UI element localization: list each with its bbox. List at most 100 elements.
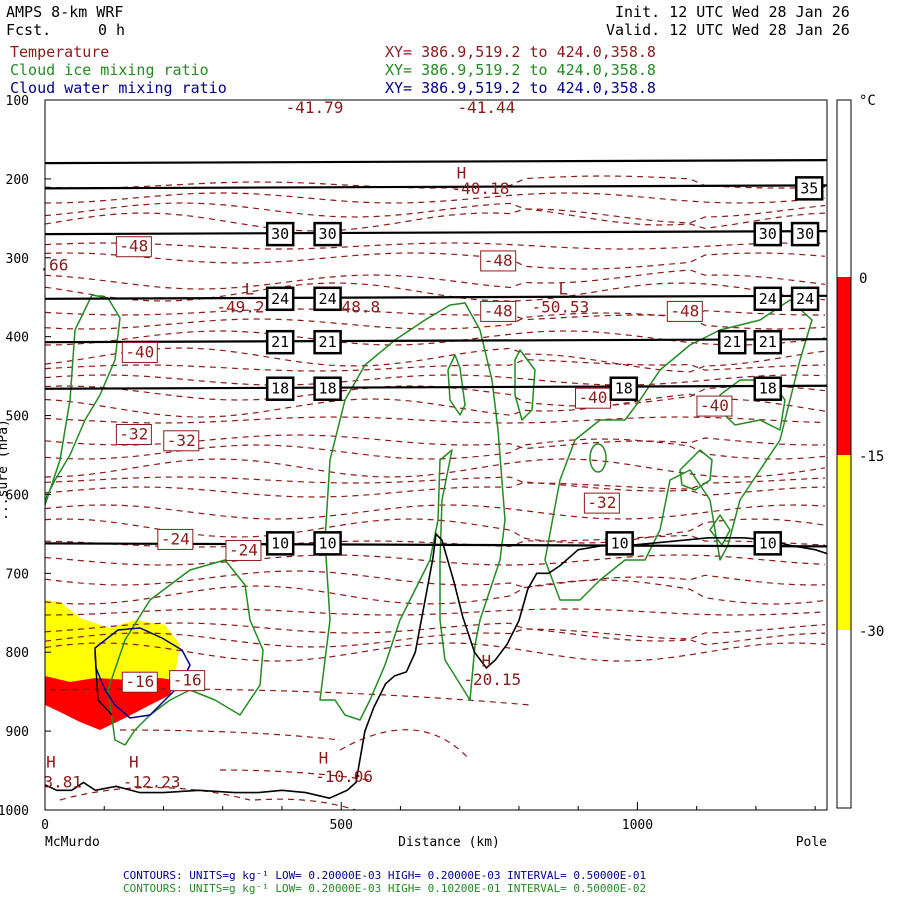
temperature-label: H xyxy=(46,753,56,772)
temperature-label: -48 xyxy=(484,301,513,320)
temperature-contour xyxy=(45,504,826,520)
temperature-label: -40.18 xyxy=(452,179,510,198)
y-tick-label: 800 xyxy=(6,646,29,661)
temperature-contour xyxy=(45,208,826,232)
temperature-contour xyxy=(45,252,826,270)
temperature-label: -40 xyxy=(700,396,729,415)
isentrope-label: 30 xyxy=(796,225,814,243)
isentrope-label: 18 xyxy=(319,380,337,398)
footer-contours-water: CONTOURS: UNITS=g kg⁻¹ LOW= 0.20000E-03 … xyxy=(123,869,647,882)
temperature-contour xyxy=(45,242,826,250)
temperature-contour xyxy=(45,374,826,386)
y-tick-label: 300 xyxy=(6,252,29,267)
y-tick-label: 400 xyxy=(6,331,29,346)
temperature-label: -40 xyxy=(125,342,154,361)
temperature-contour xyxy=(45,554,826,566)
temperature-contour xyxy=(45,608,826,616)
temperature-label: -48 xyxy=(119,237,148,256)
isentrope-label: 30 xyxy=(319,225,337,243)
temperature-label: -48 xyxy=(670,301,699,320)
temperature-label: -12.23 xyxy=(123,772,181,791)
y-tick-label: 200 xyxy=(6,173,29,188)
temperature-contour xyxy=(45,269,826,290)
temperature-contour xyxy=(45,192,826,204)
temperature-contour xyxy=(119,729,341,741)
isentrope-label: 18 xyxy=(759,380,777,398)
temperature-label: H xyxy=(482,652,492,671)
isentrope-label: 10 xyxy=(271,534,289,552)
temperature-contour xyxy=(45,312,826,330)
x-start-label: McMurdo xyxy=(45,835,100,850)
footer-contours-ice: CONTOURS: UNITS=g kg⁻¹ LOW= 0.20000E-03 … xyxy=(123,882,647,895)
isentrope-label: 21 xyxy=(271,333,289,351)
temperature-label: L xyxy=(245,279,255,298)
isentrope-label: 21 xyxy=(759,333,777,351)
x-axis-label: Distance (km) xyxy=(398,835,500,850)
isentrope-label: 10 xyxy=(319,534,337,552)
isentrope-line xyxy=(45,230,827,236)
x-tick-label: 500 xyxy=(329,818,352,833)
temperature-contour xyxy=(45,358,826,372)
isentrope-label: 21 xyxy=(723,333,741,351)
temperature-label: -24 xyxy=(229,540,258,559)
temperature-contour xyxy=(45,570,826,589)
temperature-label: H xyxy=(129,753,139,772)
temperature-label: -24 xyxy=(161,529,190,548)
temperature-label: .66 xyxy=(39,256,68,275)
temperature-label: -16 xyxy=(173,671,202,690)
temperature-label: -50.53 xyxy=(532,297,590,316)
y-axis-label: ...sure (hPa) xyxy=(0,419,11,521)
isentrope-line xyxy=(45,184,827,190)
colorbar-label: -30 xyxy=(859,624,884,640)
isentrope-label: 21 xyxy=(319,333,337,351)
y-tick-label: 1000 xyxy=(0,804,29,819)
temperature-contour xyxy=(45,347,826,373)
temperature-label: -32 xyxy=(119,424,148,443)
isentrope-label: 24 xyxy=(796,290,814,308)
temperature-label: -32 xyxy=(167,431,196,450)
temperature-label: -20.15 xyxy=(463,670,521,689)
isentrope-label: 24 xyxy=(759,290,777,308)
temperature-label: H xyxy=(319,749,329,768)
isentrope-line xyxy=(45,294,827,300)
temperature-label: -40 xyxy=(579,388,608,407)
y-tick-label: 700 xyxy=(6,567,29,582)
temperature-contour xyxy=(45,202,826,224)
temperature-contour xyxy=(45,458,826,478)
temperature-contour xyxy=(45,434,826,450)
colorbar-label: -15 xyxy=(859,449,884,465)
x-tick-label: 0 xyxy=(41,818,49,833)
temperature-label: -41.44 xyxy=(457,98,515,117)
colorbar-band xyxy=(837,630,851,808)
colorbar-unit: °C xyxy=(859,93,876,109)
temperature-label: -32 xyxy=(587,493,616,512)
isentrope-line xyxy=(45,384,827,390)
colorbar-band xyxy=(837,455,851,630)
temperature-label: -10.06 xyxy=(315,767,373,786)
temperature-label: -41.79 xyxy=(286,98,344,117)
isentrope-label: 24 xyxy=(319,290,337,308)
temperature-contour xyxy=(45,476,826,490)
temperature-label: 3.81 xyxy=(44,772,83,791)
colorbar-band xyxy=(837,100,851,277)
isentrope-line xyxy=(45,159,827,165)
temperature-contour xyxy=(45,481,826,498)
temperature-contour xyxy=(45,330,826,346)
x-tick-label: 1000 xyxy=(622,818,653,833)
y-tick-label: 100 xyxy=(6,94,29,109)
temperature-contour xyxy=(339,729,471,761)
isentrope-label: 30 xyxy=(271,225,289,243)
cloud-ice-contour xyxy=(514,349,536,421)
isentrope-label: 10 xyxy=(611,534,629,552)
x-end-label: Pole xyxy=(796,835,827,850)
temperature-contour xyxy=(45,579,826,605)
isentrope-line xyxy=(45,338,827,344)
cloud-ice-contour xyxy=(589,443,607,473)
isentrope-label: 30 xyxy=(759,225,777,243)
temperature-label: L xyxy=(559,279,569,298)
colorbar-band xyxy=(837,277,851,455)
isentrope-label: 18 xyxy=(615,380,633,398)
isentrope-label: 24 xyxy=(271,290,289,308)
isentrope-label: 35 xyxy=(800,179,818,197)
y-tick-label: 900 xyxy=(6,725,29,740)
